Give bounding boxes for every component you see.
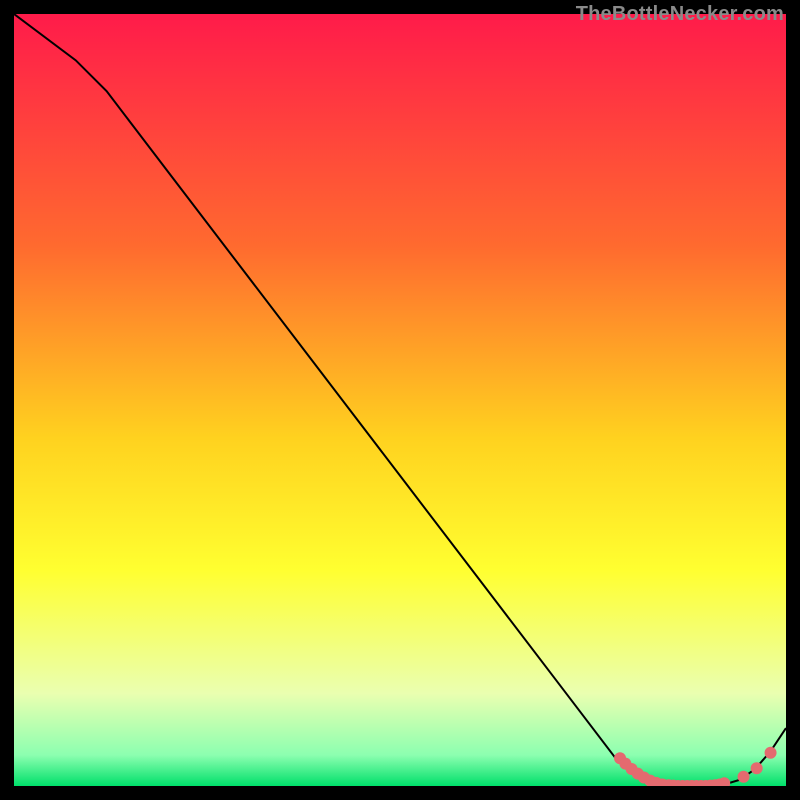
bottleneck-curve: [14, 14, 786, 786]
curve-marker: [751, 762, 763, 774]
curve-marker: [765, 747, 777, 759]
chart-container: TheBottleNecker.com: [0, 0, 800, 800]
curve-markers: [614, 747, 777, 786]
chart-overlay: [14, 14, 786, 786]
watermark-text: TheBottleNecker.com: [576, 3, 784, 26]
curve-marker: [738, 771, 750, 783]
plot-area: [14, 14, 786, 786]
